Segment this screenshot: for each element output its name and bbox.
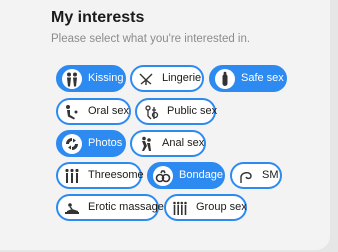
- anal-sex-icon: [136, 134, 156, 154]
- whip-icon: [236, 166, 256, 186]
- interest-label: Anal sex: [162, 137, 205, 149]
- interest-chip-group-sex[interactable]: Group sex: [164, 194, 247, 221]
- interest-chip-photos[interactable]: Photos: [56, 130, 126, 157]
- interest-chip-oral-sex[interactable]: Oral sex: [56, 98, 131, 125]
- interest-label: Threesome: [88, 169, 144, 181]
- interest-label: Erotic massage: [88, 201, 164, 213]
- massage-icon: [62, 198, 82, 218]
- interest-chip-lingerie[interactable]: Lingerie: [130, 65, 204, 92]
- handcuffs-icon: [153, 165, 173, 186]
- interest-chip-bondage[interactable]: Bondage: [147, 162, 225, 189]
- threesome-icon: [62, 166, 82, 186]
- interest-label: Public sex: [167, 105, 218, 117]
- interest-chip-sm[interactable]: SM: [230, 162, 282, 189]
- interest-label: SM: [262, 169, 279, 181]
- interest-label: Kissing: [88, 72, 124, 84]
- public-sex-icon: [141, 102, 161, 122]
- interests-card: My interests Please select what you're i…: [0, 0, 330, 250]
- interest-chip-kissing[interactable]: Kissing: [56, 65, 126, 92]
- interest-chip-safe-sex[interactable]: Safe sex: [209, 65, 287, 92]
- page-subtitle: Please select what you're interested in.: [51, 33, 251, 45]
- interest-label: Safe sex: [241, 72, 284, 84]
- oral-sex-icon: [62, 102, 82, 122]
- interest-label: Oral sex: [88, 105, 129, 117]
- interest-label: Bondage: [179, 169, 224, 181]
- lingerie-icon: [136, 69, 156, 89]
- group-sex-icon: [170, 198, 190, 218]
- interest-label: Lingerie: [162, 72, 202, 84]
- interest-chip-public-sex[interactable]: Public sex: [135, 98, 218, 125]
- interest-chip-threesome[interactable]: Threesome: [56, 162, 144, 189]
- interest-label: Photos: [88, 137, 123, 149]
- interest-chip-erotic-massage[interactable]: Erotic massage: [56, 194, 164, 221]
- condom-icon: [215, 68, 235, 89]
- interest-label: Group sex: [196, 201, 247, 213]
- kissing-icon: [62, 68, 82, 89]
- interest-chip-anal-sex[interactable]: Anal sex: [130, 130, 206, 157]
- photos-icon: [62, 133, 82, 154]
- page-title: My interests: [51, 9, 145, 26]
